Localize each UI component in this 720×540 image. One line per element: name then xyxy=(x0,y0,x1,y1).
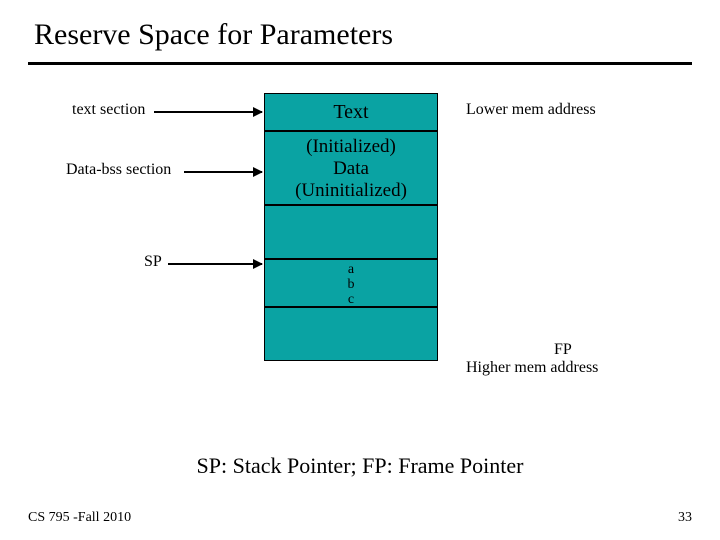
segment-heap-gap xyxy=(264,205,438,259)
segment-data-line3: (Uninitialized) xyxy=(265,180,437,202)
label-text-section: text section xyxy=(72,101,145,119)
segment-parameters: a b c xyxy=(264,259,438,307)
label-lower-mem: Lower mem address xyxy=(466,101,596,119)
segment-data-line2: Data xyxy=(265,158,437,180)
param-c: c xyxy=(265,292,437,307)
caption-pointers: SP: Stack Pointer; FP: Frame Pointer xyxy=(0,453,720,479)
segment-fp-gap xyxy=(264,307,438,361)
segment-text: Text xyxy=(264,93,438,131)
diagram-canvas: Text (Initialized) Data (Uninitialized) … xyxy=(0,65,720,445)
arrow-text-section xyxy=(154,111,262,113)
segment-data-line1: (Initialized) xyxy=(265,136,437,158)
label-higher-mem: Higher mem address xyxy=(466,359,598,377)
segment-data: (Initialized) Data (Uninitialized) xyxy=(264,131,438,205)
footer-course: CS 795 -Fall 2010 xyxy=(28,510,131,526)
arrow-data-bss xyxy=(184,171,262,173)
arrow-sp xyxy=(168,263,262,265)
label-fp: FP xyxy=(554,341,572,359)
footer-page-number: 33 xyxy=(678,510,692,526)
param-b: b xyxy=(265,277,437,292)
param-a: a xyxy=(265,262,437,277)
label-data-bss-section: Data-bss section xyxy=(66,161,171,179)
label-sp: SP xyxy=(144,253,162,271)
slide-title: Reserve Space for Parameters xyxy=(0,0,720,62)
